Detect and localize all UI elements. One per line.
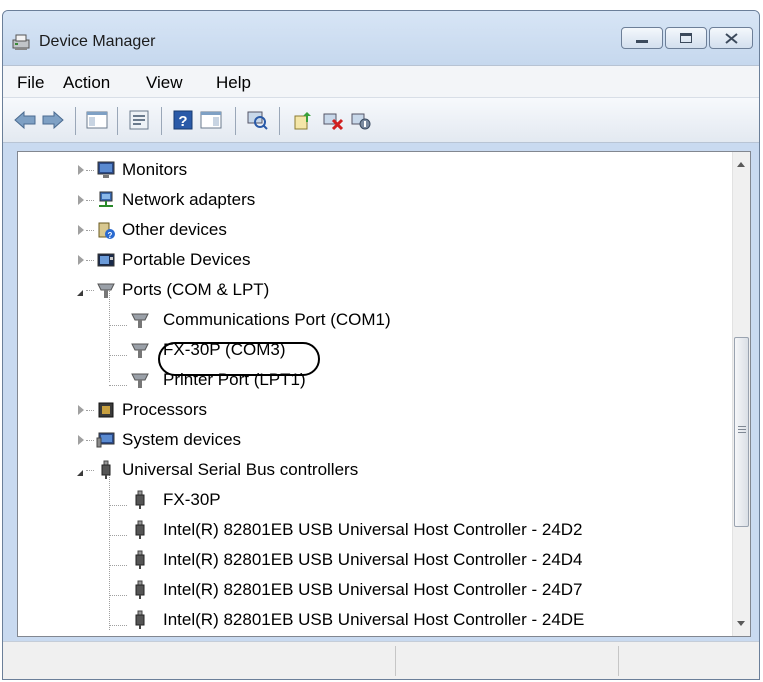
scan-hardware-icon[interactable] [245,108,269,132]
port-icon [97,283,115,298]
vertical-scrollbar[interactable] [732,152,750,636]
network-icon [99,191,113,207]
tree-item-usb-host-24d7[interactable]: Intel(R) 82801EB USB Universal Host Cont… [18,576,733,606]
monitor-icon [97,161,115,178]
minimize-icon [636,40,648,43]
tree-item-ports[interactable]: Ports (COM & LPT) [18,276,733,306]
tree-item-usb-host-24de[interactable]: Intel(R) 82801EB USB Universal Host Cont… [18,606,733,636]
status-panel-main [3,646,396,676]
usb-icon [135,550,145,569]
tree-item-network-adapters[interactable]: Network adapters [18,186,733,216]
tree-item-label: Intel(R) 82801EB USB Universal Host Cont… [163,580,583,599]
device-tree[interactable]: Monitors Network adapters ? Other device… [17,151,751,637]
expand-arrow-icon[interactable] [78,195,84,205]
minimize-button[interactable] [621,27,663,49]
tree-item-usb-host-24d2[interactable]: Intel(R) 82801EB USB Universal Host Cont… [18,516,733,546]
show-action-pane-icon[interactable] [199,108,223,132]
back-icon[interactable] [13,108,37,132]
device-manager-window: Device Manager File Action View Help ? M… [2,10,760,680]
usb-icon [101,460,111,479]
close-icon [725,33,738,44]
usb-icon [135,580,145,599]
tree-item-monitors[interactable]: Monitors [18,156,733,186]
tree-item-label: Intel(R) 82801EB USB Universal Host Cont… [163,610,585,629]
tree-item-fx30p-usb[interactable]: FX-30P [18,486,733,516]
tree-item-label: Portable Devices [122,250,251,269]
tree-item-portable-devices[interactable]: Portable Devices [18,246,733,276]
menu-help[interactable]: Help [216,73,251,93]
usb-icon [135,490,145,509]
port-icon [131,373,149,388]
usb-icon [135,610,145,629]
scroll-thumb[interactable] [734,337,749,527]
tree-item-label: Network adapters [122,190,256,209]
tree-item-label: Intel(R) 82801EB USB Universal Host Cont… [163,550,583,569]
tree-item-label: Monitors [122,160,188,179]
show-hide-console-tree-icon[interactable] [85,108,109,132]
tree-item-label: Printer Port (LPT1) [163,370,306,389]
scroll-up-icon[interactable] [737,162,745,167]
menu-action[interactable]: Action [63,73,110,93]
tree-item-system-devices[interactable]: System devices [18,426,733,456]
menu-file[interactable]: File [17,73,44,93]
maximize-icon [680,33,692,43]
tree-item-label: Processors [122,400,208,419]
expand-arrow-icon[interactable] [78,405,84,415]
status-bar [3,641,759,679]
uninstall-icon[interactable] [321,108,345,132]
scroll-down-icon[interactable] [737,621,745,626]
expand-arrow-icon[interactable] [78,435,84,445]
expand-arrow-icon[interactable] [78,255,84,265]
tree-item-usb-controllers[interactable]: Universal Serial Bus controllers [18,456,733,486]
toolbar: ? [3,98,759,143]
tree-item-label: Intel(R) 82801EB USB Universal Host Cont… [163,520,583,539]
title-bar[interactable]: Device Manager [3,11,759,65]
tree-item-label: FX-30P [163,490,221,509]
update-driver-icon[interactable] [291,108,315,132]
menu-view[interactable]: View [146,73,183,93]
tree-item-usb-host-24d4[interactable]: Intel(R) 82801EB USB Universal Host Cont… [18,546,733,576]
port-icon [131,313,149,328]
forward-icon[interactable] [41,108,65,132]
tree-item-processors[interactable]: Processors [18,396,733,426]
svg-text:?: ? [178,113,187,130]
tree-item-fx30p-com3[interactable]: FX-30P (COM3) [18,336,733,366]
tree-item-label: Communications Port (COM1) [163,310,391,329]
usb-icon [135,520,145,539]
port-icon [131,343,149,358]
tree-item-other-devices[interactable]: ? Other devices [18,216,733,246]
tree-item-communications-port[interactable]: Communications Port (COM1) [18,306,733,336]
tree-item-label: System devices [122,430,242,449]
menu-bar: File Action View Help [3,65,759,98]
status-panel-secondary [396,646,619,676]
maximize-button[interactable] [665,27,707,49]
unknown-device-icon: ? [98,222,115,240]
system-device-icon [96,432,115,448]
expand-arrow-icon[interactable] [78,165,84,175]
window-title: Device Manager [39,33,156,50]
expand-arrow-icon[interactable] [78,225,84,235]
collapse-arrow-icon[interactable] [77,284,83,296]
collapse-arrow-icon[interactable] [77,464,83,476]
svg-text:?: ? [108,231,113,240]
disable-icon[interactable] [349,108,373,132]
processor-icon [98,402,114,418]
tree-item-label: Ports (COM & LPT) [122,280,270,299]
tree-item-label: Universal Serial Bus controllers [122,460,359,479]
portable-device-icon [97,253,115,267]
properties-icon[interactable] [127,108,151,132]
tree-item-label: Other devices [122,220,227,239]
tree-item-printer-port[interactable]: Printer Port (LPT1) [18,366,733,396]
close-button[interactable] [709,27,753,49]
help-icon[interactable]: ? [171,108,195,132]
device-manager-icon [12,34,30,50]
